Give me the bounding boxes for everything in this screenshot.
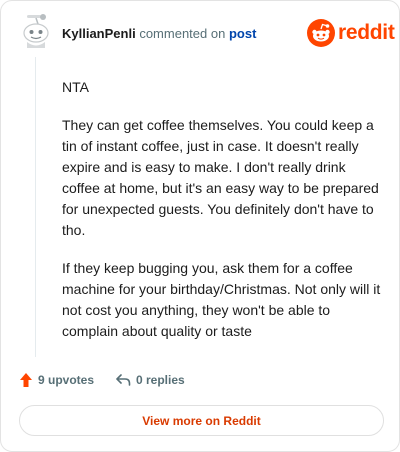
- action-text: commented on: [139, 26, 226, 41]
- reddit-snoo-icon: [307, 19, 335, 47]
- reply-arrow-icon: [116, 374, 131, 386]
- avatar[interactable]: [17, 13, 55, 51]
- comment-attribution: KyllianPenli commented on post: [62, 26, 256, 42]
- comment-body: NTA They can get coffee themselves. You …: [62, 77, 382, 359]
- replies-label: 0 replies: [136, 373, 185, 387]
- reddit-wordmark: reddit: [338, 21, 395, 44]
- reddit-logo[interactable]: reddit: [307, 19, 395, 47]
- upvotes-label: 9 upvotes: [38, 373, 95, 387]
- author-name[interactable]: KyllianPenli: [62, 26, 136, 41]
- embed-card: KyllianPenli commented on post reddit NT…: [0, 0, 400, 452]
- comment-paragraph: If they keep bugging you, ask them for a…: [62, 260, 381, 339]
- comment-header: KyllianPenli commented on post reddit: [15, 13, 395, 53]
- replies-stat[interactable]: 0 replies: [115, 369, 185, 391]
- upvotes-stat[interactable]: 9 upvotes: [19, 369, 94, 391]
- arrow-up-icon: [20, 373, 32, 387]
- view-more-button[interactable]: View more on Reddit: [19, 405, 384, 436]
- thread-line: [35, 57, 36, 357]
- comment-footer: 9 upvotes 0 replies: [19, 369, 319, 391]
- post-link[interactable]: post: [229, 26, 256, 41]
- comment-paragraph: NTA: [62, 79, 89, 95]
- comment-paragraph: They can get coffee themselves. You coul…: [62, 117, 379, 238]
